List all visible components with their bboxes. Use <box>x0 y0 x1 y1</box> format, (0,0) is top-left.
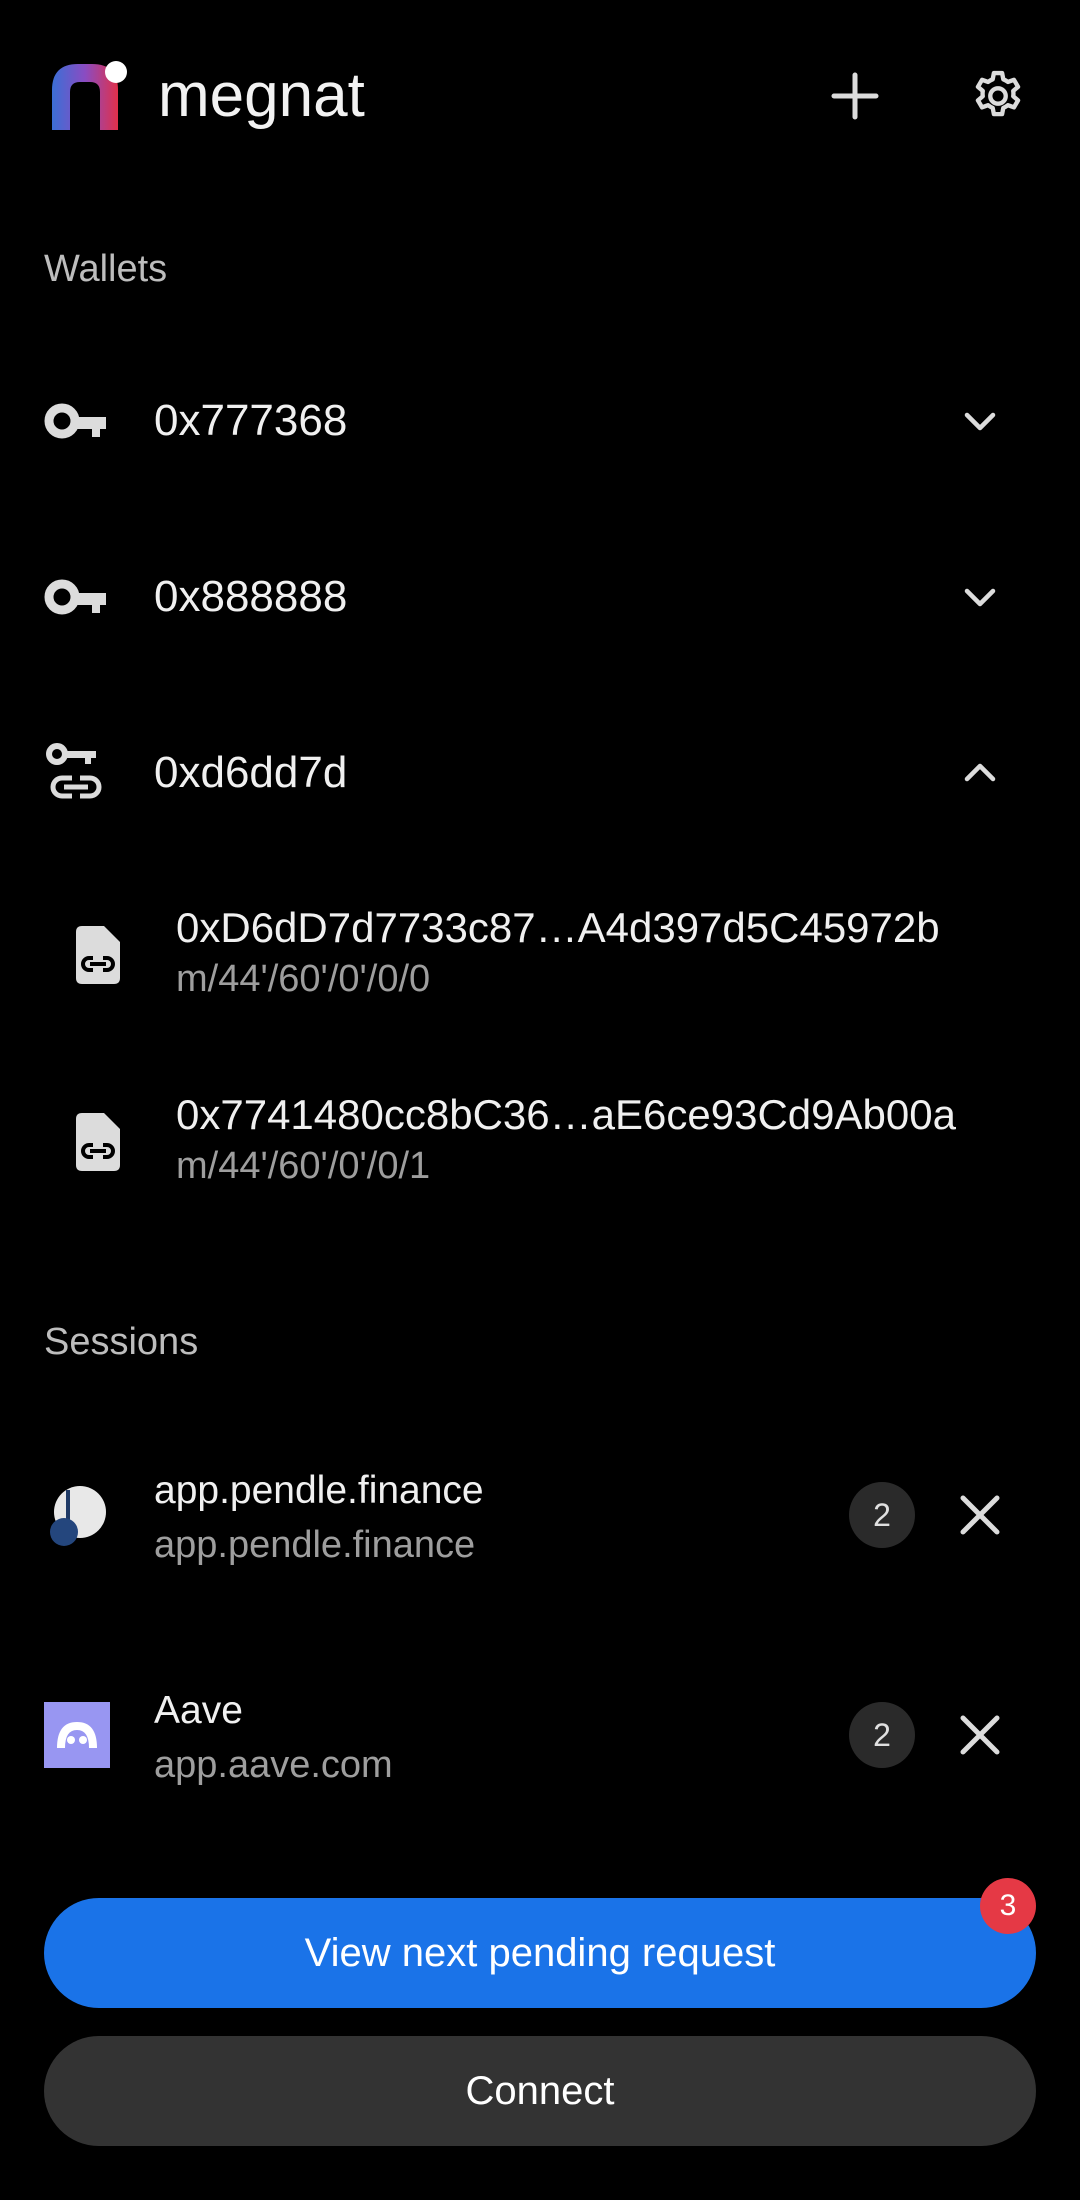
connect-button[interactable]: Connect <box>44 2036 1036 2146</box>
session-name: app.pendle.finance <box>154 1469 484 1512</box>
wallet-label: 0x888888 <box>154 572 348 621</box>
account-row[interactable]: 0xD6dD7d7733c87…A4d397d5C45972b m/44'/60… <box>0 870 1080 1040</box>
megnat-logo <box>48 60 128 130</box>
key-icon <box>44 403 106 439</box>
chevron-down-icon[interactable] <box>955 572 1005 622</box>
session-row[interactable]: Aave app.aave.com 2 <box>0 1645 1080 1825</box>
session-count-badge: 2 <box>849 1702 915 1768</box>
gear-icon <box>975 70 1021 117</box>
pendle-logo <box>50 1486 106 1546</box>
file-link-icon <box>76 1113 120 1171</box>
session-url: app.pendle.finance <box>154 1524 476 1566</box>
wallet-label: 0x777368 <box>154 396 348 445</box>
session-count-badge: 2 <box>849 1482 915 1548</box>
account-derivation-path: m/44'/60'/0'/0/1 <box>176 1145 431 1187</box>
session-row[interactable]: app.pendle.finance app.pendle.finance 2 <box>0 1425 1080 1605</box>
session-url: app.aave.com <box>154 1744 393 1786</box>
add-button[interactable] <box>815 56 895 136</box>
key-icon <box>44 579 106 615</box>
settings-button[interactable] <box>958 56 1038 136</box>
pending-count-badge: 3 <box>980 1878 1036 1934</box>
key-link-icon <box>46 743 102 799</box>
view-next-pending-request-button[interactable]: View next pending request <box>44 1898 1036 2008</box>
wallet-label: 0xd6dd7d <box>154 748 348 797</box>
wallet-row[interactable]: 0xd6dd7d <box>0 698 1080 848</box>
wallet-row[interactable]: 0x777368 <box>0 346 1080 496</box>
plus-icon <box>831 72 879 120</box>
session-name: Aave <box>154 1689 243 1732</box>
close-icon[interactable] <box>955 1710 1005 1760</box>
chevron-down-icon[interactable] <box>955 396 1005 446</box>
app-title: megnat <box>158 61 365 130</box>
aave-logo <box>44 1702 110 1768</box>
account-address: 0x7741480cc8bC36…aE6ce93Cd9Ab00a <box>176 1091 956 1138</box>
account-derivation-path: m/44'/60'/0'/0/0 <box>176 958 431 1000</box>
sessions-section-label: Sessions <box>44 1321 199 1363</box>
wallets-section-label: Wallets <box>44 248 168 290</box>
account-row[interactable]: 0x7741480cc8bC36…aE6ce93Cd9Ab00a m/44'/6… <box>0 1057 1080 1227</box>
close-icon[interactable] <box>955 1490 1005 1540</box>
wallet-row[interactable]: 0x888888 <box>0 522 1080 672</box>
file-link-icon <box>76 926 120 984</box>
chevron-up-icon[interactable] <box>955 748 1005 798</box>
account-address: 0xD6dD7d7733c87…A4d397d5C45972b <box>176 904 940 951</box>
